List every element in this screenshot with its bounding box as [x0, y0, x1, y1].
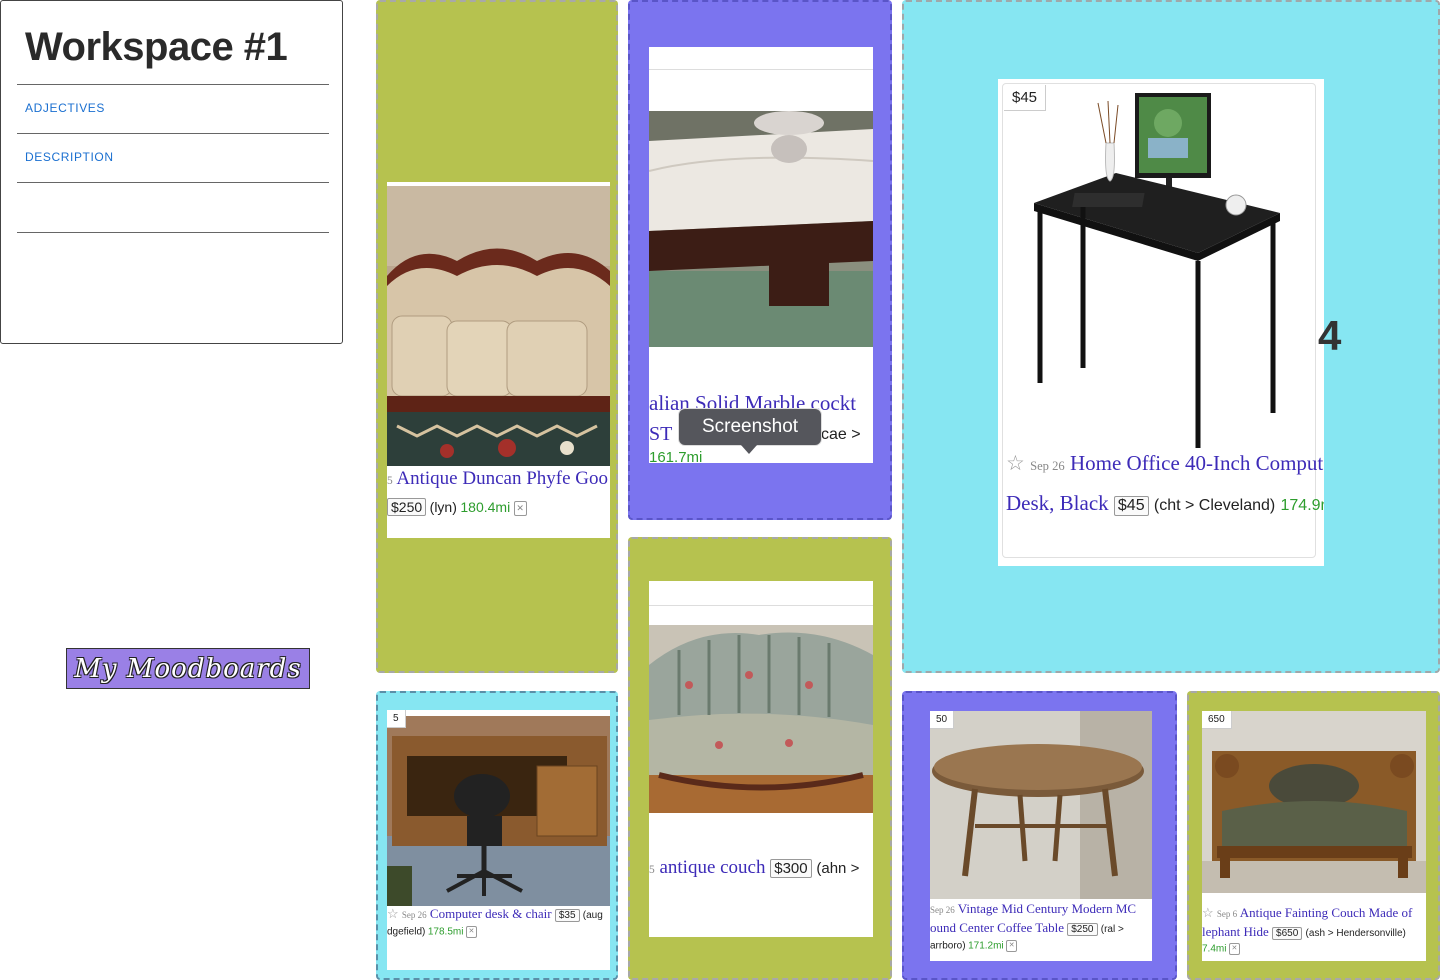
coffee-table-photo — [930, 711, 1152, 899]
moodboard-tile-coffee-table[interactable]: 50 Sep 26 Vintage Mid Century Modern MC … — [902, 691, 1177, 980]
listing-card[interactable]: 5 antique couch $300 (ahn > — [649, 581, 873, 937]
listing-title[interactable]: Antique Duncan Phyfe Goo — [396, 468, 608, 489]
moodboard-tile-computer-desk[interactable]: 5 ☆ Sep 26 Computer desk & chair $35 (au… — [376, 691, 618, 980]
listing-distance: 7.4mi — [1202, 943, 1227, 955]
stray-label: 4 — [1318, 312, 1342, 359]
moodboard-tile-desk[interactable]: $45 ☆ Sep 26 Home Office 40-Inch Compute… — [902, 0, 1440, 673]
listing-title[interactable]: Computer desk & chair — [430, 906, 552, 921]
hide-listing-icon[interactable]: ✕ — [513, 501, 527, 517]
hide-listing-icon[interactable]: ✕ — [1006, 940, 1018, 952]
listing-meta: ound Center Coffee Table $250 (ral > — [930, 920, 1124, 936]
listing-title-line: Sep 26 Vintage Mid Century Modern MC — [930, 901, 1136, 917]
price-badge: 50 — [930, 711, 955, 729]
section-empty[interactable] — [17, 182, 329, 233]
listing-date: 5 — [649, 864, 655, 876]
listing-title[interactable]: Antique Fainting Couch Made of — [1240, 905, 1413, 920]
price-tag: $35 — [554, 909, 580, 922]
listing-card[interactable]: 5 ☆ Sep 26 Computer desk & chair $35 (au… — [387, 710, 610, 970]
my-moodboards-button[interactable]: My Moodboards — [66, 648, 310, 689]
listing-card[interactable]: 50 Sep 26 Vintage Mid Century Modern MC … — [930, 711, 1152, 961]
price-badge: 650 — [1202, 711, 1232, 729]
price-tag: $650 — [1272, 927, 1303, 940]
listing-distance-row: 161.7mi — [649, 449, 702, 463]
listing-location-continued: arrboro) — [930, 940, 966, 952]
section-adjectives-label[interactable]: ADJECTIVES — [25, 101, 105, 115]
listing-title-line: ☆ Sep 26 Home Office 40-Inch Computer — [1006, 451, 1324, 476]
fainting-couch-photo — [1202, 711, 1426, 893]
desk-photo — [1034, 93, 1280, 448]
listing-title-continued[interactable]: ound Center Coffee Table — [930, 920, 1064, 935]
listing-location: (ash > Hendersonville) — [1305, 928, 1406, 939]
listing-title-continued: ST — [649, 423, 673, 445]
favorite-star-icon[interactable]: ☆ — [1202, 905, 1214, 920]
listing-distance: 174.9mi — [1280, 497, 1325, 514]
listing-meta: dgefield) 178.5mi ✕ — [387, 926, 477, 938]
listing-meta: lephant Hide $650 (ash > Hendersonville) — [1202, 924, 1406, 940]
listing-card[interactable]: $45 ☆ Sep 26 Home Office 40-Inch Compute… — [998, 79, 1324, 566]
moodboard-tile-antique-couch[interactable]: 5 antique couch $300 (ahn > — [628, 537, 892, 980]
listing-meta: Desk, Black $45 (cht > Cleveland) 174.9m… — [1006, 491, 1324, 516]
section-description-label[interactable]: DESCRIPTION — [25, 150, 114, 164]
listing-title-line: ☆ Sep 26 Computer desk & chair $35 (aug — [387, 906, 603, 922]
listing-title-continued[interactable]: lephant Hide — [1202, 924, 1269, 939]
couch-photo — [649, 625, 873, 813]
listing-location: cae > — [821, 426, 861, 443]
hide-listing-icon[interactable]: ✕ — [465, 926, 477, 938]
listing-distance: 180.4mi — [460, 499, 511, 515]
listing-date: Sep 26 — [401, 910, 427, 920]
price-tag: $45 — [1113, 496, 1149, 516]
marble-table-photo — [649, 111, 873, 347]
listing-card[interactable]: alian Solid Marble cockt ST cae > 161.7m… — [649, 47, 873, 463]
workspace-title: Workspace #1 — [25, 25, 288, 69]
listing-date: Sep 6 — [1216, 909, 1238, 919]
listing-date: 5 — [387, 475, 393, 487]
hide-listing-icon[interactable]: ✕ — [1228, 943, 1240, 955]
listing-meta-row2: 7.4mi ✕ — [1202, 943, 1240, 955]
listing-location-continued: dgefield) — [387, 926, 426, 938]
listing-title-continued[interactable]: Desk, Black — [1006, 491, 1109, 515]
workspace-panel: Workspace #1 ADJECTIVES DESCRIPTION — [0, 0, 343, 344]
moodboard-tile-duncan-phyfe[interactable]: 5 Antique Duncan Phyfe Goo $250 (lyn) 18… — [376, 0, 618, 673]
sofa-photo — [387, 186, 610, 466]
listing-location: (ahn > — [816, 860, 860, 877]
price-tag: $250 — [1067, 923, 1098, 936]
listing-location: (cht > Cleveland) — [1153, 497, 1276, 514]
listing-date: Sep 26 — [930, 905, 955, 915]
section-description[interactable]: DESCRIPTION — [17, 133, 329, 183]
listing-title[interactable]: Vintage Mid Century Modern MC — [958, 901, 1136, 916]
favorite-star-icon[interactable]: ☆ — [387, 906, 399, 921]
listing-location: (ral > — [1100, 924, 1124, 935]
listing-title-line: 5 Antique Duncan Phyfe Goo — [387, 468, 608, 490]
section-adjectives[interactable]: ADJECTIVES — [17, 84, 329, 134]
listing-location: (aug — [582, 910, 603, 921]
price-tag: $300 — [770, 859, 812, 878]
price-badge: 5 — [387, 710, 406, 728]
listing-date: Sep 26 — [1030, 459, 1065, 473]
listing-distance: 178.5mi — [427, 926, 464, 938]
favorite-star-icon[interactable]: ☆ — [1006, 451, 1025, 475]
listing-title[interactable]: antique couch — [659, 857, 765, 878]
listing-meta-row2: arrboro) 171.2mi ✕ — [930, 940, 1018, 952]
screenshot-tooltip: Screenshot — [678, 408, 822, 454]
computer-desk-photo — [387, 716, 610, 906]
listing-card[interactable]: 5 Antique Duncan Phyfe Goo $250 (lyn) 18… — [387, 182, 610, 538]
listing-title-line: ☆ Sep 6 Antique Fainting Couch Made of — [1202, 905, 1412, 921]
listing-meta: 5 antique couch $300 (ahn > — [649, 857, 859, 879]
listing-distance: 161.7mi — [649, 449, 703, 463]
price-tag: $250 — [387, 498, 427, 516]
listing-location: (lyn) — [429, 499, 457, 515]
listing-meta: $250 (lyn) 180.4mi ✕ — [387, 498, 527, 517]
listing-card[interactable]: 650 ☆ Sep 6 Antique Fainting Couch Made … — [1202, 711, 1426, 961]
listing-distance: 171.2mi — [968, 940, 1004, 952]
moodboard-tile-fainting-couch[interactable]: 650 ☆ Sep 6 Antique Fainting Couch Made … — [1187, 691, 1440, 980]
listing-title[interactable]: Home Office 40-Inch Computer — [1070, 451, 1324, 475]
